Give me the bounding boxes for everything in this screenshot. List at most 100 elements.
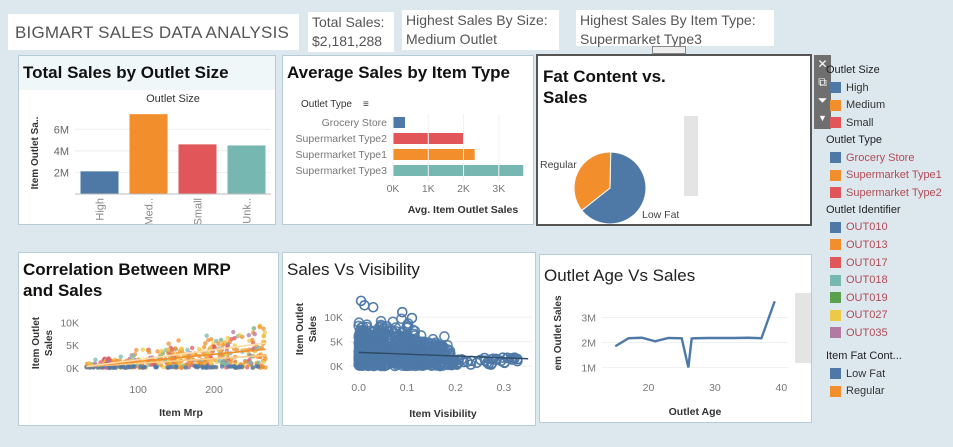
scatter-point [208, 345, 213, 350]
kpi-highest-size-value: Medium Outlet [406, 31, 498, 47]
scatter-point [248, 360, 253, 365]
panel-item-type[interactable]: Average Sales by Item Type Outlet Type ≡ G… [282, 55, 534, 225]
slice-label: Regular [540, 159, 577, 171]
scatter-point [252, 331, 257, 337]
panel-outlet-age[interactable]: Outlet Age Vs Sales 1M 2M 3M 20 30 40 em Outle… [539, 254, 812, 423]
drag-handle[interactable] [652, 46, 686, 54]
x-axis-label: Item Mrp [159, 407, 203, 419]
scatter-point [134, 347, 139, 353]
legend-swatch [830, 368, 841, 380]
legend-swatch [830, 187, 841, 199]
x-tick-label: 100 [129, 384, 147, 396]
scatter-point [204, 333, 209, 338]
bar [129, 114, 168, 194]
slice-label: Low Fat [642, 209, 679, 221]
kpi-highest-size-label: Highest Sales By Size: [406, 12, 548, 28]
legend-item[interactable]: OUT017 [824, 254, 952, 272]
scatter-point [131, 364, 136, 369]
legend-item[interactable]: Grocery Store [824, 149, 952, 167]
y-tick-label: 5K [330, 337, 343, 349]
scatter-point [256, 360, 261, 365]
x-tick-label: 40 [776, 382, 788, 394]
mrp-scatter: 0K 5K 10K 100 200 Item Outlet Sales Item Mrp [31, 316, 268, 419]
scatter-point [107, 365, 112, 370]
x-tick-label: 0K [387, 183, 400, 195]
legend-item[interactable]: Low Fat [824, 365, 952, 383]
y-tick-label: 5K [66, 340, 79, 352]
x-tick-label: 2K [457, 183, 470, 195]
legend-item[interactable]: Medium [824, 97, 952, 115]
category-label: Supermarket Type1 [296, 149, 388, 161]
panel-title: Outlet Age Vs Sales [544, 266, 696, 285]
panel-title: Correlation Between MRP and Sales [23, 259, 231, 301]
legend-group-title: Outlet Size [826, 64, 880, 76]
scatter-point [93, 357, 98, 362]
y-axis-label: Item Outlet [295, 302, 306, 355]
scatter-point [250, 365, 255, 370]
scatter-point [216, 341, 221, 346]
scatter-point [204, 363, 209, 369]
legend-label: OUT010 [846, 221, 888, 234]
x-tick-label: 1K [422, 183, 435, 195]
scatter-point [231, 329, 236, 335]
kpi-highest-size: Highest Sales By Size: Medium Outlet [402, 10, 559, 50]
scatter-point [439, 331, 450, 342]
scatter-point [396, 306, 408, 318]
legend-item[interactable]: OUT027 [824, 307, 952, 325]
legend-item[interactable]: OUT010 [824, 219, 952, 237]
panel-visibility[interactable]: Sales Vs Visibility 0K 5K 10K 0.0 0.1 0.2 0.3 I… [282, 252, 536, 426]
scatter-point [166, 347, 171, 352]
legend-label: Supermarket Type1 [846, 169, 942, 182]
sort-icon: ≡ [363, 99, 369, 110]
x-axis-label: Item Visibility [409, 408, 477, 420]
scatter-point [225, 342, 231, 347]
legend-item[interactable]: Small [824, 114, 952, 132]
legend-item[interactable]: Regular [824, 382, 952, 400]
scatter-point [159, 348, 165, 353]
scatter-point [212, 344, 217, 350]
scatter-point [111, 365, 116, 370]
legend-swatch [830, 239, 841, 251]
y-axis-label: Item Outlet [31, 316, 42, 369]
legend-label: OUT017 [846, 256, 888, 269]
scatter-point [126, 365, 131, 370]
legend-group-title: Item Fat Cont... [826, 349, 902, 362]
category-label: Supermarket Type2 [296, 133, 388, 145]
x-axis-label: Outlet Age [669, 406, 722, 418]
legend-swatch [830, 385, 841, 397]
scatter-point [213, 364, 218, 370]
y-tick-label: 6M [54, 124, 69, 136]
y-tick-label: 3M [581, 313, 596, 325]
panel-title-line1: Correlation Between MRP [23, 260, 231, 279]
legend-item[interactable]: OUT019 [824, 289, 952, 307]
panel-mrp[interactable]: Correlation Between MRP and Sales 0K 5K 10… [18, 252, 279, 426]
scatter-point [189, 345, 195, 351]
scrollbar[interactable] [795, 293, 811, 363]
legend-item[interactable]: OUT035 [824, 324, 952, 342]
scrollbar[interactable] [684, 116, 698, 196]
scatter-point [155, 349, 160, 354]
legend-swatch [830, 292, 841, 304]
scatter-point [140, 347, 146, 352]
scatter-point [173, 346, 178, 351]
outlet-size-chart: Outlet Size 2M 4M 6M Item Outlet Sa.. High Med… [30, 93, 271, 224]
legend-item[interactable]: OUT013 [824, 236, 952, 254]
panel-fat-content[interactable]: Fat Content vs. Sales Low Fat Regular [536, 54, 812, 226]
legend-item[interactable]: Supermarket Type1 [824, 166, 952, 184]
legend-title: Outlet Type [301, 99, 352, 110]
kpi-total-sales: Total Sales: $2,181,288 [308, 12, 394, 52]
legend-label: Grocery Store [846, 151, 915, 164]
scatter-point [183, 365, 188, 370]
y-tick-label: 10K [324, 312, 343, 324]
y-tick-label: 1M [581, 363, 596, 375]
x-tick-label: 0.2 [448, 382, 463, 394]
legend-item[interactable]: OUT018 [824, 271, 952, 289]
scatter-point [261, 334, 266, 339]
legend-item[interactable]: High [824, 79, 952, 97]
legend-label: OUT027 [846, 309, 888, 322]
panel-outlet-size[interactable]: Total Sales by Outlet Size Outlet Size 2M… [18, 55, 276, 225]
bar [393, 149, 475, 160]
legend-item[interactable]: Supermarket Type2 [824, 184, 952, 202]
legend-group-title: Outlet Identifier [826, 203, 901, 216]
y-axis-label: Sales [308, 315, 319, 342]
